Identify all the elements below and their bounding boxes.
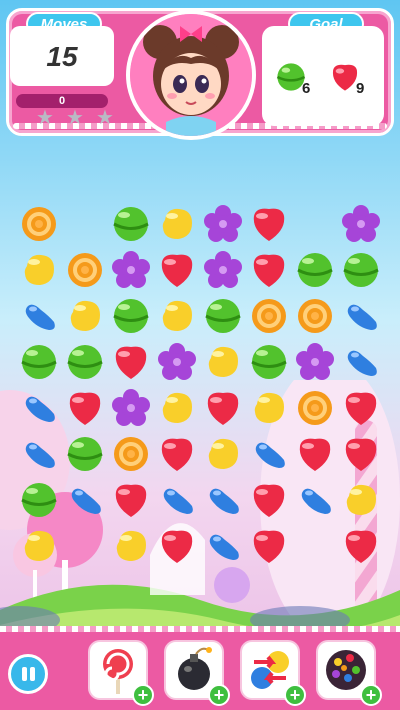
add-booster-button[interactable]: + [360,684,382,706]
add-booster-button[interactable]: + [208,684,230,706]
purple-candy[interactable] [295,342,335,382]
yellow-candy[interactable] [19,250,59,290]
red-candy[interactable] [65,388,105,428]
red-candy[interactable] [111,342,151,382]
green-candy[interactable] [19,480,59,520]
yellow-candy[interactable] [111,526,151,566]
red-candy[interactable] [341,388,381,428]
orange-candy[interactable] [295,296,335,336]
blue-candy[interactable] [249,434,289,474]
green-candy[interactable] [341,250,381,290]
yellow-candy[interactable] [203,342,243,382]
red-candy[interactable] [249,204,289,244]
orange-candy[interactable] [19,204,59,244]
yellow-candy[interactable] [249,388,289,428]
blue-candy[interactable] [295,480,335,520]
booster-color-bomb[interactable]: + [316,640,382,706]
green-candy[interactable] [203,296,243,336]
purple-candy[interactable] [111,250,151,290]
red-candy[interactable] [341,526,381,566]
red-candy[interactable] [249,250,289,290]
orange-candy[interactable] [295,388,335,428]
candy-board [0,0,400,710]
booster-swap[interactable]: + [240,640,306,706]
green-candy[interactable] [249,342,289,382]
purple-candy[interactable] [157,342,197,382]
blue-candy[interactable] [19,388,59,428]
green-candy[interactable] [65,434,105,474]
booster-bomb[interactable]: + [164,640,230,706]
yellow-candy[interactable] [157,296,197,336]
blue-candy[interactable] [341,296,381,336]
blue-candy[interactable] [341,342,381,382]
green-candy[interactable] [111,296,151,336]
blue-candy[interactable] [65,480,105,520]
purple-candy[interactable] [111,388,151,428]
green-candy[interactable] [65,342,105,382]
red-candy[interactable] [111,480,151,520]
booster-lollipop-hammer[interactable]: + [88,640,154,706]
purple-candy[interactable] [203,250,243,290]
green-candy[interactable] [19,342,59,382]
blue-candy[interactable] [19,296,59,336]
yellow-candy[interactable] [157,204,197,244]
orange-candy[interactable] [65,250,105,290]
blue-candy[interactable] [203,480,243,520]
orange-candy[interactable] [111,434,151,474]
yellow-candy[interactable] [65,296,105,336]
yellow-candy[interactable] [341,480,381,520]
red-candy[interactable] [249,480,289,520]
blue-candy[interactable] [203,526,243,566]
green-candy[interactable] [111,204,151,244]
blue-candy[interactable] [19,434,59,474]
orange-candy[interactable] [249,296,289,336]
red-candy[interactable] [341,434,381,474]
pause-button[interactable] [8,654,48,694]
purple-candy[interactable] [341,204,381,244]
yellow-candy[interactable] [19,526,59,566]
red-candy[interactable] [157,250,197,290]
red-candy[interactable] [157,526,197,566]
yellow-candy[interactable] [203,434,243,474]
red-candy[interactable] [295,434,335,474]
blue-candy[interactable] [157,480,197,520]
purple-candy[interactable] [203,204,243,244]
add-booster-button[interactable]: + [132,684,154,706]
add-booster-button[interactable]: + [284,684,306,706]
green-candy[interactable] [295,250,335,290]
red-candy[interactable] [157,434,197,474]
yellow-candy[interactable] [157,388,197,428]
red-candy[interactable] [249,526,289,566]
red-candy[interactable] [203,388,243,428]
